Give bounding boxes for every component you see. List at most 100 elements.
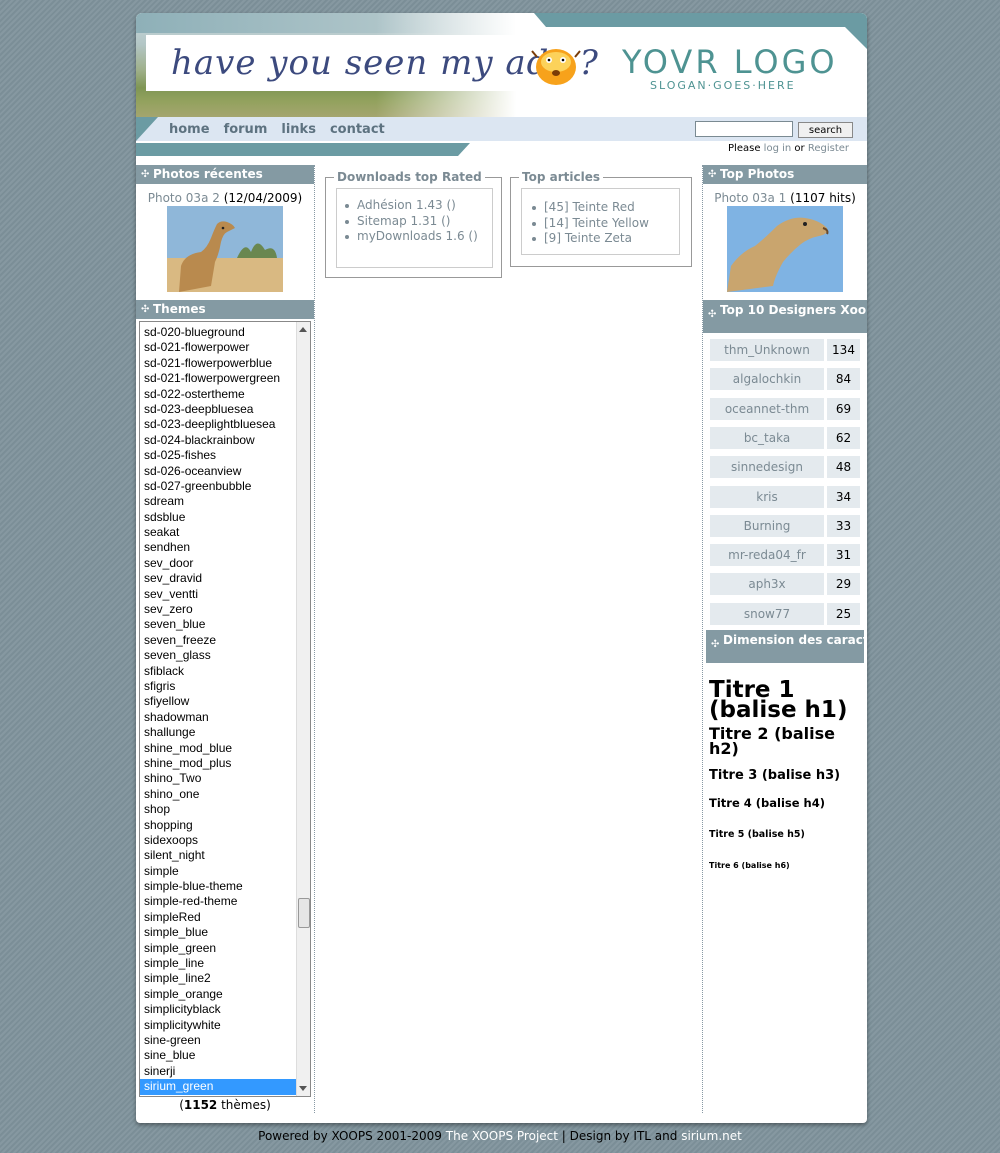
recent-camel-photo[interactable]	[167, 206, 283, 292]
theme-option[interactable]: simplicitywhite	[140, 1018, 296, 1033]
downloads-block: Downloads top Rated Adhésion 1.43 () Sit…	[325, 170, 502, 278]
plus-icon: ✣	[711, 639, 720, 650]
scroll-down-icon[interactable]	[299, 1086, 307, 1091]
theme-option[interactable]: shadowman	[140, 710, 296, 725]
themes-count: (1152 thèmes)	[179, 1098, 271, 1112]
theme-option[interactable]: silent_night	[140, 848, 296, 863]
designer-name[interactable]: sinnedesign	[710, 456, 824, 479]
theme-option[interactable]: sinerji	[140, 1064, 296, 1079]
theme-option[interactable]: sd-023-deeplightbluesea	[140, 417, 296, 432]
themes-scrollbar[interactable]	[296, 322, 310, 1096]
theme-option[interactable]: shine_mod_plus	[140, 756, 296, 771]
designer-name[interactable]: kris	[710, 485, 824, 508]
theme-option[interactable]: sdream	[140, 494, 296, 509]
theme-option[interactable]: shopping	[140, 818, 296, 833]
theme-option[interactable]: sd-023-deepbluesea	[140, 402, 296, 417]
nav-links[interactable]: links	[281, 122, 316, 137]
nav-home[interactable]: home	[169, 122, 210, 137]
theme-option[interactable]: sendhen	[140, 540, 296, 555]
designer-count: 48	[827, 456, 860, 479]
theme-option[interactable]: sd-021-flowerpower	[140, 340, 296, 355]
theme-option[interactable]: simple_blue	[140, 925, 296, 940]
themes-select-list[interactable]: sd-020-blueground sd-021-flowerpower sd-02…	[139, 321, 311, 1097]
theme-option[interactable]: seven_glass	[140, 648, 296, 663]
theme-option[interactable]: simple_line2	[140, 971, 296, 986]
theme-option[interactable]: simplicityblack	[140, 1002, 296, 1017]
sirium-link[interactable]: sirium.net	[681, 1129, 742, 1143]
theme-option[interactable]: sd-025-fishes	[140, 448, 296, 463]
theme-option[interactable]: simple_green	[140, 941, 296, 956]
top-photo-link[interactable]: Photo 03a 1	[714, 191, 786, 205]
top-camel-photo[interactable]	[727, 206, 843, 292]
theme-option[interactable]: shop	[140, 802, 296, 817]
theme-option[interactable]: sd-021-flowerpowerblue	[140, 356, 296, 371]
dimension-title: ✣ Dimension des caractères	[706, 630, 867, 663]
theme-option[interactable]: sev_dravid	[140, 571, 296, 586]
theme-option[interactable]: simpleRed	[140, 910, 296, 925]
theme-option[interactable]: sd-024-blackrainbow	[140, 433, 296, 448]
theme-option[interactable]: sine-green	[140, 1033, 296, 1048]
designer-count: 25	[827, 602, 860, 625]
theme-option[interactable]: simple	[140, 864, 296, 879]
designer-name[interactable]: oceannet-thm	[710, 397, 824, 420]
plus-icon: ✣	[708, 169, 717, 180]
designer-row: mr-reda04_fr 31	[710, 544, 860, 567]
theme-option[interactable]: sidexoops	[140, 833, 296, 848]
heading-h4-sample: Titre 4 (balise h4)	[709, 796, 825, 810]
theme-option[interactable]: simple-blue-theme	[140, 879, 296, 894]
theme-option[interactable]: sd-027-greenbubble	[140, 479, 296, 494]
designer-name[interactable]: algalochkin	[710, 368, 824, 391]
theme-option[interactable]: sfiblack	[140, 664, 296, 679]
designer-name[interactable]: Burning	[710, 514, 824, 537]
theme-option[interactable]: sev_ventti	[140, 587, 296, 602]
top-articles-block: Top articles [45] Teinte Red [14] Teinte…	[510, 170, 692, 267]
theme-option[interactable]: simple-red-theme	[140, 894, 296, 909]
theme-option[interactable]: simple_line	[140, 956, 296, 971]
theme-option[interactable]: shine_mod_blue	[140, 741, 296, 756]
theme-option[interactable]: seven_freeze	[140, 633, 296, 648]
designer-name[interactable]: bc_taka	[710, 426, 824, 449]
list-item[interactable]: Sitemap 1.31 ()	[345, 214, 492, 230]
designer-name[interactable]: mr-reda04_fr	[710, 544, 824, 567]
register-link[interactable]: Register	[808, 143, 849, 154]
designer-name[interactable]: thm_Unknown	[710, 339, 824, 361]
search-input[interactable]	[695, 121, 793, 137]
designer-name[interactable]: snow77	[710, 602, 824, 625]
theme-option[interactable]: shino_Two	[140, 771, 296, 786]
recent-photo-link[interactable]: Photo 03a 2	[148, 191, 220, 205]
theme-option[interactable]: seakat	[140, 525, 296, 540]
theme-option[interactable]: shallunge	[140, 725, 296, 740]
theme-option[interactable]: sd-026-oceanview	[140, 464, 296, 479]
theme-option[interactable]: shino_one	[140, 787, 296, 802]
theme-option[interactable]: seven_blue	[140, 617, 296, 632]
theme-option[interactable]: sd-021-flowerpowergreen	[140, 371, 296, 386]
list-item[interactable]: [9] Teinte Zeta	[532, 231, 679, 247]
scroll-up-icon[interactable]	[299, 327, 307, 332]
theme-option[interactable]: sfiyellow	[140, 694, 296, 709]
theme-option[interactable]: sev_door	[140, 556, 296, 571]
theme-option[interactable]: sd-022-ostertheme	[140, 387, 296, 402]
site-logo[interactable]: YOVR LOGO	[622, 43, 838, 81]
heading-h2-sample: Titre 2 (balise h2)	[709, 724, 835, 758]
theme-option[interactable]: sfigris	[140, 679, 296, 694]
theme-option[interactable]: sine_blue	[140, 1048, 296, 1063]
theme-option[interactable]: sev_zero	[140, 602, 296, 617]
theme-option[interactable]: sdsblue	[140, 510, 296, 525]
list-item[interactable]: [45] Teinte Red	[532, 200, 679, 216]
nav-forum[interactable]: forum	[224, 122, 268, 137]
login-link[interactable]: log in	[764, 143, 792, 154]
recent-photo-caption: Photo 03a 2 (12/04/2009)	[136, 191, 314, 205]
list-item[interactable]: [14] Teinte Yellow	[532, 216, 679, 232]
theme-option[interactable]: sd-020-blueground	[140, 325, 296, 340]
theme-option[interactable]: simple_orange	[140, 987, 296, 1002]
list-item[interactable]: myDownloads 1.6 ()	[345, 229, 492, 245]
list-item[interactable]: Adhésion 1.43 ()	[345, 198, 492, 214]
xoops-project-link[interactable]: The XOOPS Project	[446, 1129, 558, 1143]
search-button[interactable]: search	[798, 122, 853, 138]
main-nav: home forum links contact	[169, 122, 385, 137]
designer-row: aph3x 29	[710, 573, 860, 596]
designer-name[interactable]: aph3x	[710, 573, 824, 596]
theme-option[interactable]: sirium_green	[140, 1079, 296, 1095]
scroll-thumb[interactable]	[298, 898, 310, 928]
nav-contact[interactable]: contact	[330, 122, 385, 137]
